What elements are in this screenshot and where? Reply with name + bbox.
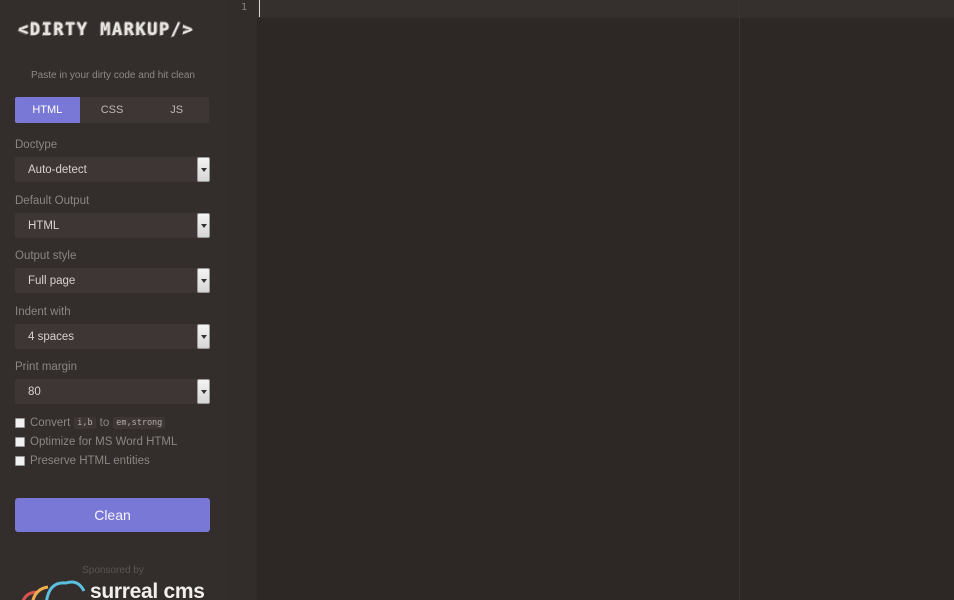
convert-to-label: to [99, 417, 110, 429]
app-logo: <DIRTY MARKUP/> [18, 20, 195, 40]
tab-js[interactable]: JS [144, 97, 209, 123]
preserve-label: Preserve HTML entities [30, 455, 150, 467]
print-margin-value: 80 [28, 385, 41, 398]
indent-label: Indent with [15, 306, 71, 318]
cloud-icon [21, 580, 86, 600]
tab-css[interactable]: CSS [80, 97, 145, 123]
doctype-value: Auto-detect [28, 163, 87, 176]
output-style-label: Output style [15, 250, 77, 262]
chevron-down-icon[interactable] [197, 157, 210, 182]
print-margin-select[interactable]: 80 [15, 379, 210, 404]
doctype-select[interactable]: Auto-detect [15, 157, 210, 182]
chevron-down-icon[interactable] [197, 324, 210, 349]
doctype-label: Doctype [15, 139, 58, 151]
chevron-down-icon[interactable] [197, 268, 210, 293]
indent-value: 4 spaces [28, 330, 75, 343]
editor-gutter [226, 0, 257, 600]
tagline: Paste in your dirty code and hit clean [31, 70, 195, 81]
convert-label: Convert [30, 417, 71, 429]
output-style-value: Full page [28, 274, 76, 287]
optimize-checkbox[interactable] [15, 437, 25, 447]
sponsor-logo[interactable]: surreal cms [18, 575, 218, 600]
default-output-label: Default Output [15, 195, 90, 207]
optimize-label: Optimize for MS Word HTML [30, 436, 178, 448]
clean-button[interactable]: Clean [15, 498, 210, 532]
default-output-value: HTML [28, 219, 60, 232]
sidebar: <DIRTY MARKUP/> Paste in your dirty code… [0, 0, 226, 600]
convert-to-code: em,strong [113, 417, 166, 429]
convert-option[interactable]: Convert i,b to em,strong [15, 417, 169, 429]
chevron-down-icon[interactable] [197, 213, 210, 238]
code-editor[interactable] [257, 0, 954, 600]
language-tabs: HTML CSS JS [15, 97, 209, 123]
convert-checkbox[interactable] [15, 418, 25, 428]
optimize-option[interactable]: Optimize for MS Word HTML [15, 436, 177, 448]
sponsor-name: surreal cms [90, 580, 205, 600]
convert-from-code: i,b [74, 417, 96, 429]
preserve-checkbox[interactable] [15, 456, 25, 466]
line-number: 1 [240, 2, 247, 13]
print-margin-label: Print margin [15, 361, 77, 373]
default-output-select[interactable]: HTML [15, 213, 210, 238]
tab-html[interactable]: HTML [15, 97, 80, 123]
indent-select[interactable]: 4 spaces [15, 324, 210, 349]
preserve-option[interactable]: Preserve HTML entities [15, 455, 150, 467]
output-style-select[interactable]: Full page [15, 268, 210, 293]
chevron-down-icon[interactable] [197, 379, 210, 404]
